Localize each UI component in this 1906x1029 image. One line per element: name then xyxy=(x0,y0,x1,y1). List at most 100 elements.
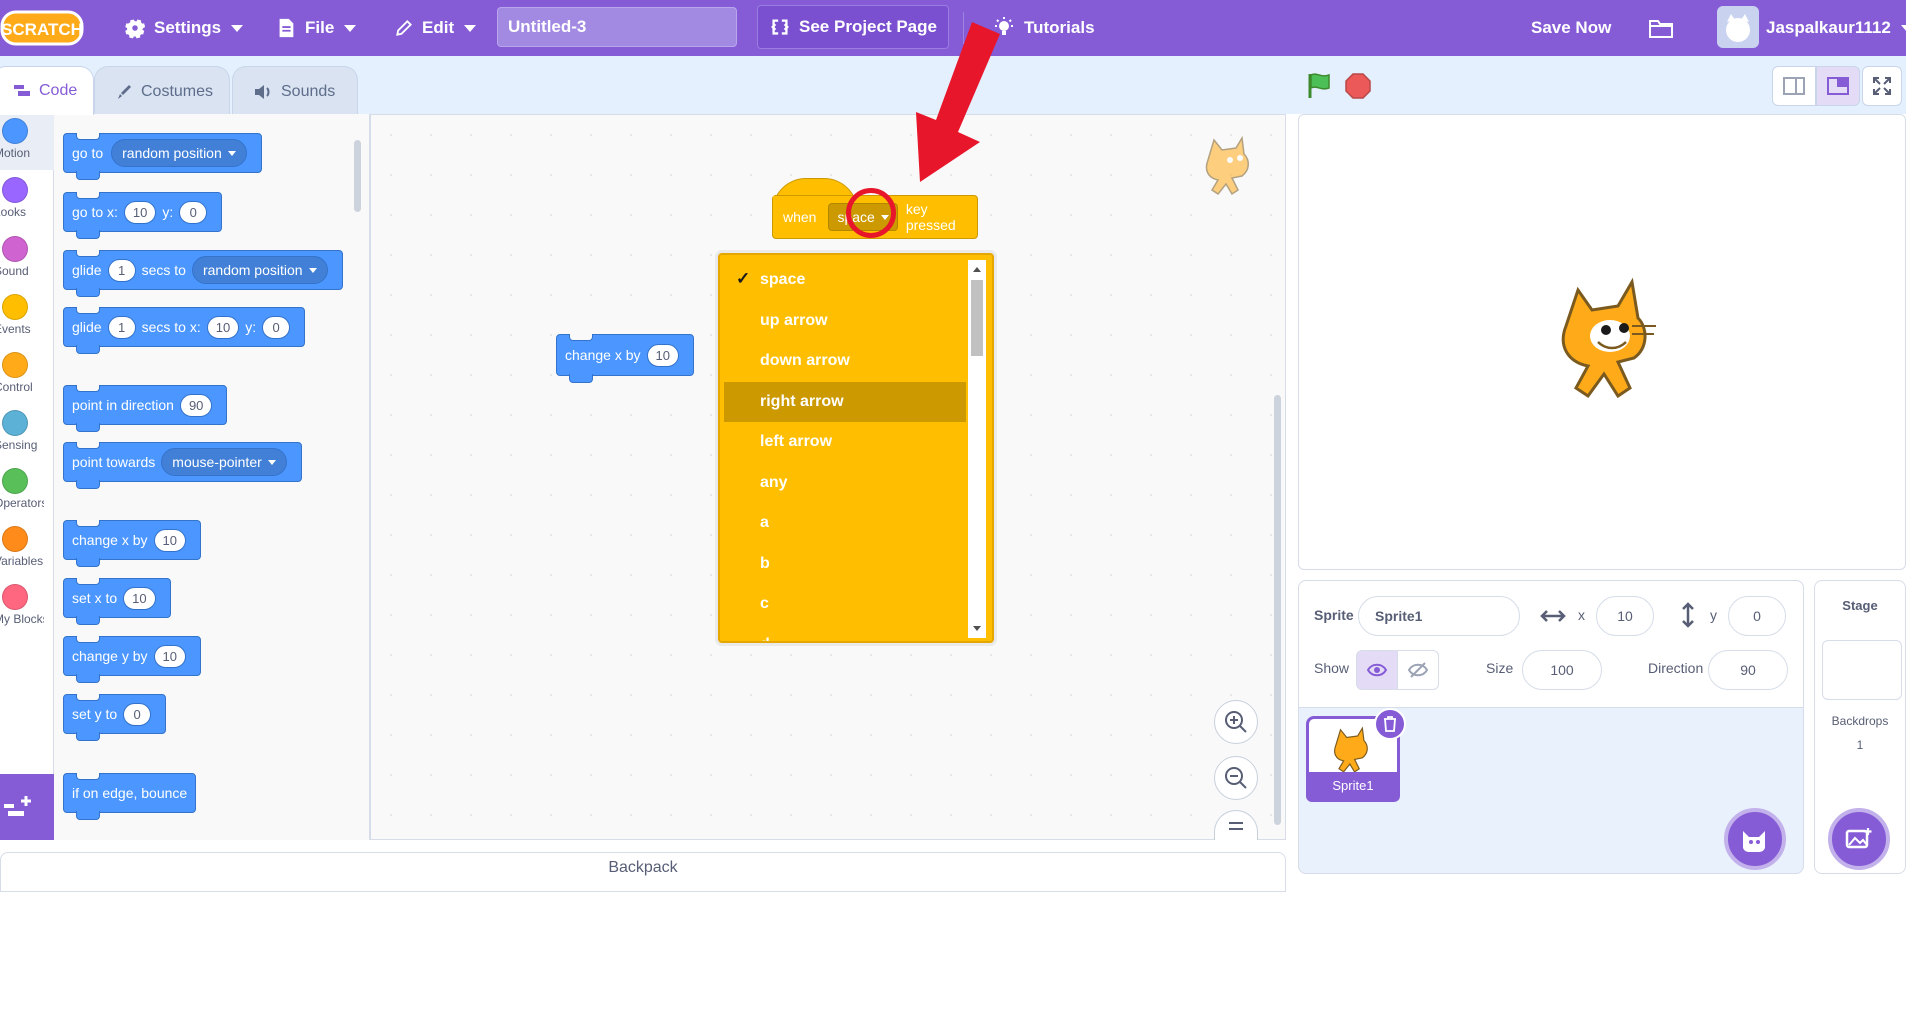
sprite-label: Sprite xyxy=(1314,607,1354,623)
dropdown-option[interactable]: d xyxy=(724,625,966,642)
scroll-down-icon[interactable] xyxy=(973,626,981,631)
zoom-in-button[interactable] xyxy=(1214,700,1258,744)
show-sprite-button[interactable] xyxy=(1356,650,1398,690)
block-change-x[interactable]: change x by 10 xyxy=(63,520,201,567)
category-sensing[interactable]: Sensing xyxy=(0,410,54,452)
dropdown-option[interactable]: b xyxy=(724,544,966,584)
number-input[interactable]: 0 xyxy=(262,315,291,339)
edit-menu[interactable]: Edit xyxy=(394,0,477,56)
block-bounce[interactable]: if on edge, bounce xyxy=(63,773,197,820)
save-now-button[interactable]: Save Now xyxy=(1531,0,1611,56)
number-input[interactable]: 1 xyxy=(107,258,136,282)
small-stage-icon xyxy=(1783,77,1805,95)
block-change-x-loose[interactable]: change x by 10 xyxy=(556,334,694,383)
account-menu[interactable]: Jaspalkaur1112 xyxy=(1766,0,1906,56)
block-go-to-xy[interactable]: go to x: 10 y: 0 xyxy=(63,192,223,239)
stage-thumbnail[interactable] xyxy=(1822,640,1902,700)
my-stuff-button[interactable] xyxy=(1648,0,1682,56)
number-input[interactable]: 10 xyxy=(123,586,156,610)
small-stage-button[interactable] xyxy=(1772,66,1816,106)
number-input[interactable]: 10 xyxy=(123,200,157,224)
dropdown-option[interactable]: any xyxy=(724,463,966,503)
block-dropdown[interactable]: random position xyxy=(111,139,247,167)
block-change-y[interactable]: change y by 10 xyxy=(63,636,201,683)
category-my-blocks[interactable]: My Blocks xyxy=(0,584,54,626)
category-control[interactable]: Control xyxy=(0,352,54,394)
backpack[interactable]: Backpack xyxy=(0,852,1286,892)
x-position-input[interactable]: 10 xyxy=(1596,596,1654,636)
number-input[interactable]: 10 xyxy=(646,343,679,367)
category-variables[interactable]: Variables xyxy=(0,526,54,568)
avatar[interactable] xyxy=(1717,6,1759,48)
palette-scrollbar[interactable] xyxy=(354,140,361,212)
zoom-out-button[interactable] xyxy=(1214,756,1258,800)
category-operators[interactable]: Operators xyxy=(0,468,54,510)
number-input[interactable]: 10 xyxy=(206,315,240,339)
tutorials-label: Tutorials xyxy=(1024,18,1095,37)
dropdown-option-label: c xyxy=(760,595,769,612)
tab-sounds[interactable]: Sounds xyxy=(232,66,358,116)
dropdown-option[interactable]: down arrow xyxy=(724,341,966,381)
block-point-towards[interactable]: point towards mouse-pointer xyxy=(63,442,302,489)
scratch-logo[interactable]: SCRATCH xyxy=(0,8,84,48)
number-input[interactable]: 0 xyxy=(179,200,208,224)
category-events[interactable]: Events xyxy=(0,294,54,336)
file-menu[interactable]: File xyxy=(275,0,357,56)
add-extension-button[interactable] xyxy=(0,774,54,840)
number-input[interactable]: 10 xyxy=(153,528,186,552)
size-label: Size xyxy=(1486,660,1514,676)
gear-icon xyxy=(125,19,146,39)
y-position-input[interactable]: 0 xyxy=(1728,596,1786,636)
dropdown-scrollbar-thumb[interactable] xyxy=(971,280,983,356)
workspace-scrollbar[interactable] xyxy=(1274,395,1281,825)
dropdown-option[interactable]: up arrow xyxy=(724,301,966,341)
fullscreen-button[interactable] xyxy=(1862,66,1902,106)
block-glide-to-xy[interactable]: glide 1 secs to x: 10 y: 0 xyxy=(63,307,306,354)
green-flag-icon[interactable] xyxy=(1304,70,1334,100)
dropdown-option[interactable]: left arrow xyxy=(724,422,966,462)
category-looks[interactable]: Looks xyxy=(0,177,54,219)
settings-menu[interactable]: Settings xyxy=(124,0,244,56)
block-point-in-direction[interactable]: point in direction 90 xyxy=(63,385,228,432)
block-set-x[interactable]: set x to 10 xyxy=(63,578,171,625)
dropdown-option[interactable]: ✓ space xyxy=(724,260,966,300)
block-go-to[interactable]: go to random position xyxy=(63,133,262,180)
project-title-input[interactable]: Untitled-3 xyxy=(497,7,737,47)
tab-costumes[interactable]: Costumes xyxy=(94,66,230,116)
add-backdrop-button[interactable] xyxy=(1828,808,1890,870)
block-set-y[interactable]: set y to 0 xyxy=(63,694,167,741)
direction-input[interactable]: 90 xyxy=(1708,650,1788,690)
delete-sprite-button[interactable] xyxy=(1374,708,1406,740)
tab-code[interactable]: Code xyxy=(0,66,94,115)
hide-sprite-button[interactable] xyxy=(1397,650,1439,690)
block-glide-to[interactable]: glide 1 secs to random position xyxy=(63,250,343,297)
sprite-name-input[interactable]: Sprite1 xyxy=(1358,596,1520,636)
swap-arrows-icon xyxy=(771,19,789,35)
dropdown-option[interactable]: c xyxy=(724,584,966,624)
dropdown-option[interactable]: right arrow xyxy=(724,381,966,422)
block-text: secs to xyxy=(141,262,186,278)
file-icon xyxy=(279,18,294,38)
tab-sounds-label: Sounds xyxy=(281,82,336,100)
number-input[interactable]: 0 xyxy=(123,702,152,726)
block-dropdown[interactable]: random position xyxy=(191,256,328,284)
add-sprite-button[interactable] xyxy=(1724,808,1786,870)
dropdown-option-label: any xyxy=(760,473,788,491)
cat-sprite-icon[interactable] xyxy=(1548,276,1678,408)
category-sound[interactable]: Sound xyxy=(0,236,54,278)
number-input[interactable]: 1 xyxy=(107,315,136,339)
category-motion[interactable]: Motion xyxy=(0,118,54,160)
annotation-circle xyxy=(846,188,896,238)
scroll-up-icon[interactable] xyxy=(973,267,981,272)
block-dropdown[interactable]: mouse-pointer xyxy=(161,448,287,476)
x-label: x xyxy=(1578,607,1585,623)
dropdown-option[interactable]: a xyxy=(724,503,966,543)
category-label: Sound xyxy=(0,264,29,278)
number-input[interactable]: 90 xyxy=(179,393,213,417)
stop-icon[interactable] xyxy=(1344,72,1372,100)
dropdown-option-label: down arrow xyxy=(760,352,850,369)
dropdown-value: mouse-pointer xyxy=(172,454,262,470)
number-input[interactable]: 10 xyxy=(153,644,186,668)
normal-stage-button[interactable] xyxy=(1816,66,1860,106)
size-input[interactable]: 100 xyxy=(1522,650,1602,690)
